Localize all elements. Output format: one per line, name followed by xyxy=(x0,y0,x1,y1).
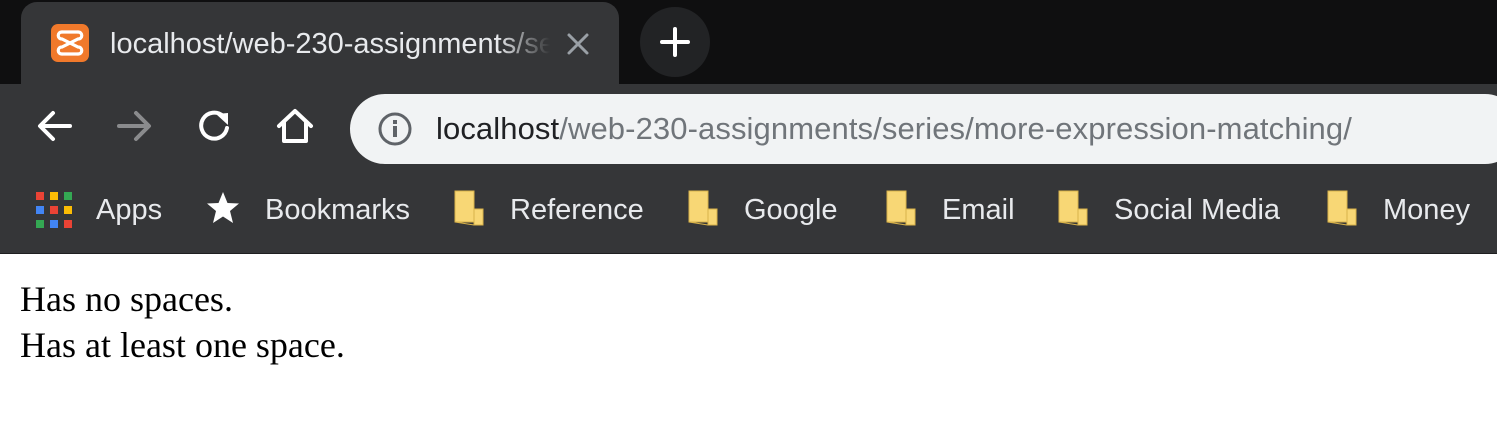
arrow-left-icon xyxy=(38,111,72,141)
bookmark-label: Bookmarks xyxy=(265,194,411,226)
reload-icon xyxy=(199,110,229,141)
new-tab-button[interactable] xyxy=(640,7,710,77)
bookmark-label: Google xyxy=(744,194,838,226)
star-icon xyxy=(205,190,241,231)
url-path: /web-230-assignments/series/more-express… xyxy=(559,111,1352,146)
bookmark-label: Reference xyxy=(510,194,644,226)
bookmark-money[interactable]: Money xyxy=(1325,188,1470,232)
bookmark-reference[interactable]: Reference xyxy=(452,188,644,232)
url-host: localhost xyxy=(436,111,560,146)
tab-title: localhost/web-230-assignments/series/mor… xyxy=(110,28,550,60)
browser-window: localhost/web-230-assignments/series/mor… xyxy=(0,0,1497,446)
back-button[interactable] xyxy=(34,105,76,147)
folder-icon xyxy=(1056,189,1090,232)
bookmark-google[interactable]: Google xyxy=(686,188,838,232)
folder-icon xyxy=(452,189,486,232)
bookmark-social-media[interactable]: Social Media xyxy=(1056,188,1280,232)
tab-strip: localhost/web-230-assignments/series/mor… xyxy=(0,0,1497,84)
info-icon[interactable] xyxy=(377,111,413,147)
result-line: Has no spaces. xyxy=(20,279,233,319)
reload-button[interactable] xyxy=(194,105,236,147)
page-content: Has no spaces. Has at least one space. xyxy=(0,254,1497,446)
result-line: Has at least one space. xyxy=(20,325,345,365)
home-button[interactable] xyxy=(274,105,316,147)
close-icon[interactable] xyxy=(564,30,592,58)
bookmarks-bar: Apps Bookmarks Reference Google Email So… xyxy=(0,170,1497,254)
arrow-right-icon xyxy=(117,111,151,141)
bookmark-apps[interactable]: Apps xyxy=(36,188,162,232)
bookmark-label: Money xyxy=(1383,194,1471,226)
xampp-icon xyxy=(51,24,89,62)
address-bar[interactable]: localhost/web-230-assignments/series/mor… xyxy=(350,94,1497,164)
bookmark-label: Email xyxy=(942,194,1015,226)
folder-icon xyxy=(1325,189,1359,232)
tab-active[interactable]: localhost/web-230-assignments/series/mor… xyxy=(21,2,619,84)
home-icon xyxy=(277,109,313,143)
url-text[interactable]: localhost/web-230-assignments/series/mor… xyxy=(436,107,1352,151)
bookmark-label: Social Media xyxy=(1114,194,1281,226)
folder-icon xyxy=(884,189,918,232)
bookmark-bookmarks[interactable]: Bookmarks xyxy=(205,188,410,232)
plus-icon xyxy=(660,27,690,57)
folder-icon xyxy=(686,189,720,232)
forward-button[interactable] xyxy=(113,105,155,147)
apps-grid-icon xyxy=(36,192,72,228)
bookmark-email[interactable]: Email xyxy=(884,188,1015,232)
toolbar: localhost/web-230-assignments/series/mor… xyxy=(0,84,1497,170)
bookmark-label: Apps xyxy=(96,194,163,226)
